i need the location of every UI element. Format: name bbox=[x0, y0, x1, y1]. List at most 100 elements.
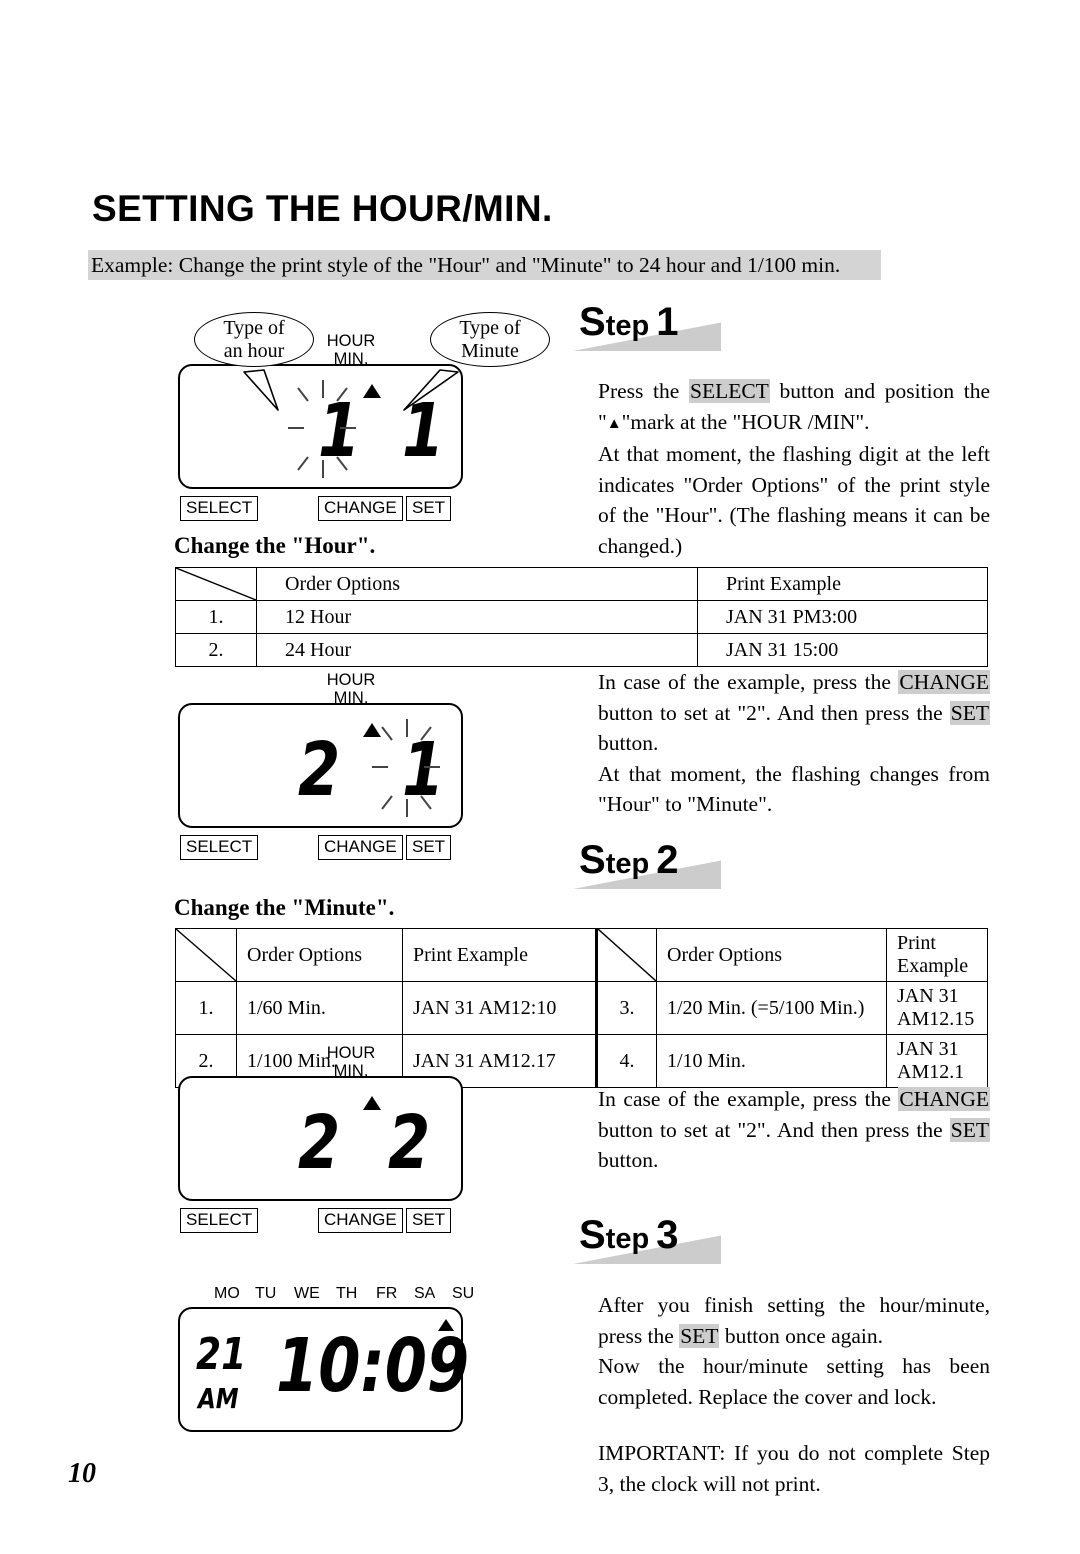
step-3-para-3: IMPORTANT: If you do not complete Step 3… bbox=[598, 1438, 990, 1499]
change-button[interactable]: CHANGE bbox=[318, 496, 403, 521]
step-2-paragraph: In case of the example, press the CHANGE… bbox=[598, 1084, 990, 1176]
step-badge-tep: tep bbox=[605, 848, 650, 880]
step-badge-number: 3 bbox=[656, 1213, 679, 1257]
step-1-paragraph: Press the SELECT button and position the… bbox=[598, 376, 990, 561]
minute-row-1-option-left: 1/60 Min. bbox=[236, 981, 403, 1035]
text-run: button. bbox=[598, 731, 659, 755]
highlighted-button-name: CHANGE bbox=[898, 670, 990, 694]
text-run: button once again. bbox=[719, 1323, 884, 1348]
step-3-spacer bbox=[598, 1412, 990, 1438]
lcd-panel: 2 2 bbox=[178, 1076, 463, 1201]
example-banner: Example: Change the print style of the "… bbox=[88, 250, 881, 280]
hour-options-table: Order Options Print Example 1. 12 Hour J… bbox=[175, 567, 988, 667]
page-number: 10 bbox=[68, 1458, 96, 1489]
day-label-su: SU bbox=[452, 1285, 475, 1302]
hour-min-label: HOUR MIN. bbox=[316, 1044, 386, 1081]
day-label-th: TH bbox=[336, 1285, 358, 1302]
text-run: "mark at the "HOUR /MIN". bbox=[621, 409, 870, 434]
hour-digit: 2 bbox=[298, 1100, 341, 1186]
callout-hour-line2: an hour bbox=[223, 339, 285, 362]
day-label-tu: TU bbox=[255, 1285, 277, 1302]
step-badge-s: S bbox=[579, 300, 606, 344]
text-run: At that moment, the flashing changes fro… bbox=[598, 761, 990, 817]
change-button[interactable]: CHANGE bbox=[318, 1208, 403, 1233]
hour-row-1-example: JAN 31 PM3:00 bbox=[697, 600, 988, 634]
manual-page: SETTING THE HOUR/MIN. Example: Change th… bbox=[0, 0, 1080, 1554]
minute-section-heading: Change the "Minute". bbox=[174, 895, 395, 920]
hour-set-para-1: In case of the example, press the CHANGE… bbox=[598, 667, 990, 759]
select-button[interactable]: SELECT bbox=[180, 1208, 259, 1233]
step-1-para-2: At that moment, the flashing digit at th… bbox=[598, 439, 990, 561]
text-run: In case of the example, press the bbox=[598, 670, 899, 694]
minute-col-order-options-left: Order Options bbox=[236, 928, 403, 982]
clock-date: 21 bbox=[196, 1329, 247, 1380]
set-button[interactable]: SET bbox=[406, 496, 452, 521]
step-3-paragraph: After you finish setting the hour/minute… bbox=[598, 1290, 990, 1499]
callout-minute-line2: Minute bbox=[461, 339, 519, 362]
minute-col-print-example-left: Print Example bbox=[402, 928, 597, 982]
clock-time: 10:09 bbox=[276, 1323, 470, 1409]
table-row: 2. 24 Hour JAN 31 15:00 bbox=[175, 633, 988, 667]
set-button[interactable]: SET bbox=[406, 835, 452, 860]
table-header-row: Order Options Print Example Order Option… bbox=[175, 928, 988, 982]
minute-row-1-example-left: JAN 31 AM12:10 bbox=[402, 981, 597, 1035]
step-badge-s: S bbox=[579, 1213, 606, 1257]
step-1-para-1: Press the SELECT button and position the… bbox=[598, 376, 990, 439]
set-button[interactable]: SET bbox=[406, 1208, 452, 1233]
hour-col-print-example: Print Example bbox=[697, 567, 988, 601]
step-badge-tep: tep bbox=[605, 310, 650, 342]
step-2-badge: Step 2 bbox=[573, 838, 721, 889]
page-title: SETTING THE HOUR/MIN. bbox=[92, 188, 553, 229]
day-label-we: WE bbox=[294, 1285, 320, 1302]
minute-options-table: Order Options Print Example Order Option… bbox=[175, 928, 988, 1088]
minute-col-order-options-right: Order Options bbox=[656, 928, 887, 982]
hour-set-instruction: In case of the example, press the CHANGE… bbox=[598, 667, 990, 820]
hour-row-2-example: JAN 31 15:00 bbox=[697, 633, 988, 667]
lcd-panel: 21 AM 10:09 bbox=[178, 1307, 469, 1432]
text-run: In case of the example, press the bbox=[598, 1087, 899, 1111]
text-run: button. bbox=[598, 1148, 659, 1172]
step-badge-text: Step 3 bbox=[579, 1213, 678, 1258]
highlighted-button-name: SET bbox=[949, 700, 990, 725]
highlighted-button-name: SELECT bbox=[688, 379, 770, 403]
highlighted-button-name: SET bbox=[949, 1117, 990, 1142]
change-button[interactable]: CHANGE bbox=[318, 835, 403, 860]
callout-minute-line1: Type of bbox=[459, 316, 521, 339]
hour-row-1-option: 12 Hour bbox=[256, 600, 698, 634]
text-run: IMPORTANT: If you do not complete Step 3… bbox=[598, 1441, 990, 1496]
hour-section-heading: Change the "Hour". bbox=[174, 533, 376, 558]
day-label-sa: SA bbox=[414, 1285, 436, 1302]
step-3-para-2: Now the hour/minute setting has been com… bbox=[598, 1351, 990, 1412]
hour-min-marker-icon bbox=[363, 1096, 381, 1110]
step-3-para-1: After you finish setting the hour/minute… bbox=[598, 1290, 990, 1351]
hour-set-para-2: At that moment, the flashing changes fro… bbox=[598, 759, 990, 820]
text-run: button to set at "2". And then press the bbox=[598, 1117, 950, 1142]
text-run: At that moment, the flashing digit at th… bbox=[598, 442, 990, 558]
hour-label: HOUR bbox=[326, 671, 376, 689]
minute-row-2-example-right: JAN 31 AM12.1 bbox=[886, 1034, 988, 1088]
day-label-mo: MO bbox=[214, 1285, 240, 1302]
select-button[interactable]: SELECT bbox=[180, 835, 259, 860]
select-button[interactable]: SELECT bbox=[180, 496, 259, 521]
highlighted-button-name: CHANGE bbox=[898, 1087, 990, 1111]
text-run: button to set at "2". And then press the bbox=[598, 700, 950, 725]
minute-row-1-no-right: 3. bbox=[595, 981, 657, 1035]
step-3-badge: Step 3 bbox=[573, 1213, 721, 1264]
minute-row-2-no-right: 4. bbox=[595, 1034, 657, 1088]
hour-label: HOUR bbox=[326, 1044, 376, 1062]
minute-row-1-no-left: 1. bbox=[175, 981, 237, 1035]
lcd-panel: 2 1 bbox=[178, 703, 463, 828]
day-of-week-row: MO TU WE TH FR SA SU bbox=[178, 1285, 474, 1305]
table-corner-cell bbox=[175, 567, 257, 601]
table-header-row: Order Options Print Example bbox=[175, 567, 988, 601]
step-badge-s: S bbox=[579, 838, 606, 882]
hour-min-label: HOUR MIN. bbox=[316, 671, 386, 708]
callout-bubble-minute: Type of Minute bbox=[430, 312, 550, 367]
triangle-marker-icon: ▲ bbox=[606, 415, 622, 432]
minute-row-1-example-right: JAN 31 AM12.15 bbox=[886, 981, 988, 1035]
step-badge-text: Step 1 bbox=[579, 300, 678, 345]
minute-row-1-option-right: 1/20 Min. (=5/100 Min.) bbox=[656, 981, 887, 1035]
hour-row-2-option: 24 Hour bbox=[256, 633, 698, 667]
step-badge-number: 2 bbox=[656, 838, 679, 882]
day-label-fr: FR bbox=[376, 1285, 398, 1302]
